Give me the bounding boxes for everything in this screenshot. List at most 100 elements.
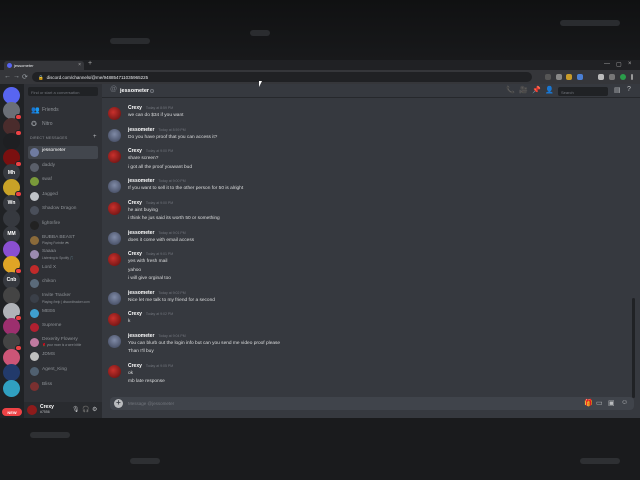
avatar	[30, 367, 39, 376]
message-author[interactable]: Crexy	[128, 200, 142, 206]
server-icon[interactable]	[3, 256, 22, 275]
dm-item[interactable]: Saaaa Listening to Spotify 🎵	[28, 248, 98, 261]
avatar[interactable]	[108, 364, 121, 378]
dm-item[interactable]: MEE6	[28, 307, 98, 320]
profile-avatar-icon[interactable]	[620, 74, 626, 80]
message-author-row: Crexy Today at 9:00 PM	[128, 200, 173, 206]
help-icon[interactable]: ?	[627, 86, 631, 93]
settings-gear-icon[interactable]: ⚙	[92, 406, 97, 413]
dm-name: Dexerity Flowery	[42, 336, 78, 342]
dm-item[interactable]: Bliss	[28, 380, 98, 393]
minimize-button[interactable]: —	[604, 61, 610, 67]
message-author[interactable]: jessometer	[128, 127, 154, 133]
dm-item[interactable]: daddy	[28, 161, 98, 174]
avatar[interactable]	[108, 334, 121, 348]
dm-item[interactable]: jessometer	[28, 146, 98, 159]
dm-item[interactable]: Agent_King	[28, 365, 98, 378]
message-composer[interactable]: + Message @jessometer 🎁 ▭ ▣ ☺	[110, 397, 634, 410]
avatar[interactable]	[108, 201, 121, 215]
address-bar[interactable]: 🔒 discord.com/channels/@me/94885471103596…	[32, 72, 532, 82]
chat-search-input[interactable]: Search	[558, 87, 608, 96]
pinned-messages-icon[interactable]: 📌	[532, 86, 541, 94]
dm-item[interactable]: Shadow Dragon	[28, 204, 98, 217]
avatar[interactable]	[108, 291, 121, 305]
server-icon[interactable]	[3, 102, 22, 121]
avatar[interactable]	[108, 313, 121, 326]
avatar	[30, 206, 39, 216]
new-badge[interactable]: NEW	[2, 408, 22, 416]
friends-nav-item[interactable]: 👥 Friends	[28, 105, 98, 115]
message-timestamp: Today at 9:02 PM	[145, 312, 174, 316]
server-icon[interactable]	[3, 179, 22, 198]
mute-microphone-icon[interactable]: 🎙	[72, 406, 80, 413]
message-author[interactable]: jessometer	[128, 178, 154, 184]
dm-item[interactable]: Dexerity Flowery 🌹 your mom is a wee bitt…	[28, 336, 98, 349]
server-icon[interactable]	[3, 379, 20, 397]
gif-icon[interactable]: ▭	[596, 399, 603, 407]
dm-name: lightnfire	[42, 221, 61, 226]
maximize-button[interactable]: ▢	[616, 61, 622, 68]
message-author[interactable]: Crexy	[128, 105, 142, 111]
new-tab-button[interactable]: +	[88, 60, 92, 67]
avatar[interactable]	[108, 231, 121, 245]
dm-item[interactable]: chikon	[28, 277, 98, 290]
extensions-puzzle-icon[interactable]	[598, 74, 604, 80]
voice-call-icon[interactable]: 📞	[506, 86, 515, 94]
message-author[interactable]: Crexy	[128, 251, 142, 257]
extension-icon[interactable]	[577, 74, 583, 80]
message-author[interactable]: Crexy	[128, 363, 142, 369]
dm-item[interactable]: BUBBA BEAST Playing Fortnite 🎮	[28, 234, 98, 247]
gift-icon[interactable]: 🎁	[584, 399, 593, 407]
extension-icon[interactable]	[566, 74, 572, 80]
menu-kebab-icon[interactable]	[631, 74, 633, 80]
message-text: mb late response	[128, 379, 165, 384]
message-text: i will give orginal too	[128, 276, 171, 281]
server-icon[interactable]	[3, 364, 20, 382]
server-icon[interactable]	[3, 210, 20, 228]
video-call-icon[interactable]: 🎥	[519, 86, 528, 94]
reload-button[interactable]: ⟳	[22, 73, 28, 81]
message-author[interactable]: jessometer	[128, 230, 154, 236]
forward-button[interactable]: →	[13, 73, 20, 80]
avatar[interactable]	[108, 180, 121, 193]
dm-item[interactable]: Lord X	[28, 263, 98, 276]
share-icon[interactable]	[545, 74, 551, 80]
emoji-icon[interactable]: ☺	[621, 399, 628, 406]
add-friends-to-dm-icon[interactable]: 👤	[545, 86, 554, 94]
tab-close-icon[interactable]: ×	[78, 62, 81, 68]
browser-tab[interactable]: jessometer ×	[4, 61, 84, 70]
dm-item[interactable]: Supreme	[28, 321, 98, 334]
message-author[interactable]: jessometer	[128, 333, 154, 339]
avatar	[30, 221, 39, 230]
attach-plus-icon[interactable]: +	[114, 399, 123, 408]
server-icon[interactable]	[3, 287, 20, 305]
message-list: Crexy Today at 8:59 PM we can do $34 if yo…	[102, 98, 632, 398]
chat-scrollbar[interactable]	[632, 298, 635, 398]
avatar[interactable]	[108, 107, 121, 120]
dm-item[interactable]: swaf	[28, 175, 98, 188]
avatar[interactable]	[108, 253, 121, 266]
inbox-icon[interactable]: ▤	[614, 86, 621, 94]
back-button[interactable]: ←	[4, 73, 11, 80]
dm-item[interactable]: Invite Tracker Playing /help | discordtra…	[28, 292, 98, 305]
avatar[interactable]	[108, 128, 121, 142]
server-icon[interactable]	[3, 333, 22, 352]
dm-item[interactable]: JDMS	[28, 350, 98, 363]
avatar[interactable]	[108, 150, 121, 163]
message-author[interactable]: Crexy	[128, 311, 142, 317]
bookmark-star-icon[interactable]	[556, 74, 562, 80]
sidebar-icon[interactable]	[609, 74, 615, 80]
nitro-nav-item[interactable]: ✪ Nitro	[28, 119, 98, 129]
dm-search-input[interactable]: Find or start a conversation	[28, 87, 98, 96]
create-dm-icon[interactable]: +	[93, 134, 97, 140]
deafen-headphones-icon[interactable]: 🎧	[82, 406, 89, 413]
message-author[interactable]: jessometer	[128, 290, 154, 296]
avatar	[30, 148, 39, 157]
dm-item[interactable]: lightnfire	[28, 219, 98, 232]
server-icon[interactable]	[3, 133, 20, 151]
close-window-button[interactable]: ×	[628, 61, 632, 67]
dm-item[interactable]: Jagged	[28, 190, 98, 203]
user-avatar[interactable]	[27, 405, 37, 415]
sticker-icon[interactable]: ▣	[608, 399, 615, 407]
message-author[interactable]: Crexy	[128, 148, 142, 154]
